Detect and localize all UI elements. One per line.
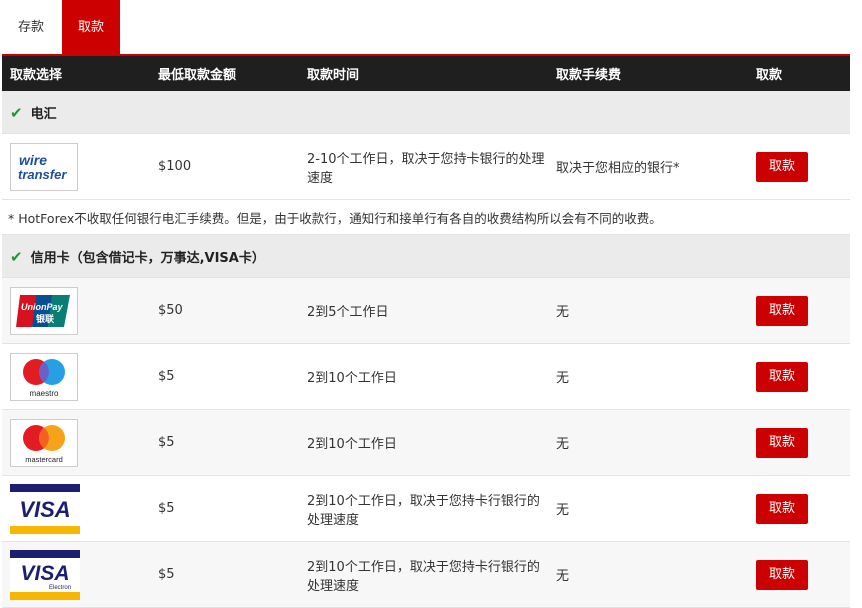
min-amount: $5: [150, 409, 299, 476]
withdraw-time: 2到10个工作日: [299, 409, 548, 476]
column-header-method: 取款选择: [2, 56, 150, 91]
unionpay-logo-text-1: UnionPay: [21, 302, 64, 312]
maestro-logo-text: maestro: [30, 389, 59, 398]
group-row-cards: ✔ 信用卡（包含借记卡，万事达,VISA卡）: [2, 234, 850, 278]
withdraw-button[interactable]: 取款: [756, 559, 808, 590]
withdraw-time: 2到10个工作日，取决于您持卡行银行的处理速度: [299, 541, 548, 608]
visa-logo-text: VISA: [19, 497, 70, 522]
group-row-wire: ✔ 电汇: [2, 91, 850, 134]
mastercard-logo: mastercard: [10, 418, 78, 467]
withdraw-fee: 无: [548, 475, 748, 542]
note-row: * HotForex不收取任何银行电汇手续费。但是，由于收款行，通知行和接单行有…: [2, 199, 850, 235]
tab-deposit[interactable]: 存款: [2, 0, 60, 54]
table-row: mastercard $5 2到10个工作日 无 取款: [2, 409, 850, 476]
check-icon: ✔: [10, 103, 23, 122]
withdraw-button[interactable]: 取款: [756, 361, 808, 392]
column-header-min-amount: 最低取款金额: [150, 56, 299, 91]
withdraw-time: 2到10个工作日: [299, 343, 548, 410]
column-header-fee: 取款手续费: [548, 56, 748, 91]
group-title: 信用卡（包含借记卡，万事达,VISA卡）: [30, 250, 265, 266]
wire-logo-text-1: wire: [19, 152, 47, 168]
visa-logo: VISA: [10, 483, 80, 534]
wire-logo-text-2: transfer: [18, 167, 67, 182]
table-row: VISA $5 2到10个工作日，取决于您持卡行银行的处理速度 无 取款: [2, 475, 850, 542]
column-header-withdraw: 取款: [748, 56, 850, 91]
unionpay-logo: UnionPay 银联: [10, 286, 78, 335]
min-amount: $5: [150, 541, 299, 608]
visa-electron-logo: VISA Electron: [10, 549, 80, 600]
maestro-logo: maestro: [10, 352, 78, 401]
mastercard-logo-text: mastercard: [25, 455, 63, 464]
withdraw-fee: 取决于您相应的银行*: [548, 133, 748, 200]
group-title: 电汇: [30, 106, 57, 122]
withdraw-fee: 无: [548, 343, 748, 410]
table-row: UnionPay 银联 $50 2到5个工作日 无 取款: [2, 277, 850, 344]
wire-fee-note: * HotForex不收取任何银行电汇手续费。但是，由于收款行，通知行和接单行有…: [2, 199, 850, 235]
table-row: maestro $5 2到10个工作日 无 取款: [2, 343, 850, 410]
tab-withdraw[interactable]: 取款: [62, 0, 120, 54]
wire-transfer-logo: wire transfer: [10, 142, 78, 191]
table-header-row: 取款选择 最低取款金额 取款时间 取款手续费 取款: [2, 56, 850, 91]
min-amount: $100: [150, 133, 299, 200]
withdraw-button[interactable]: 取款: [756, 493, 808, 524]
min-amount: $5: [150, 475, 299, 542]
withdraw-button[interactable]: 取款: [756, 427, 808, 458]
table-row: VISA Electron $5 2到10个工作日，取决于您持卡行银行的处理速度…: [2, 541, 850, 608]
withdraw-time: 2-10个工作日，取决于您持卡银行的处理速度: [299, 133, 548, 200]
min-amount: $5: [150, 343, 299, 410]
table-row: wire transfer $100 2-10个工作日，取决于您持卡银行的处理速…: [2, 133, 850, 200]
withdrawal-methods-table: 取款选择 最低取款金额 取款时间 取款手续费 取款 ✔ 电汇 wire trans…: [2, 56, 850, 608]
withdraw-time: 2到5个工作日: [299, 277, 548, 344]
withdraw-fee: 无: [548, 409, 748, 476]
withdraw-time: 2到10个工作日，取决于您持卡行银行的处理速度: [299, 475, 548, 542]
visa-electron-logo-text-1: VISA: [20, 562, 69, 585]
unionpay-logo-text-2: 银联: [36, 313, 55, 325]
withdraw-button[interactable]: 取款: [756, 295, 808, 326]
tab-bar: 存款 取款: [0, 0, 862, 56]
min-amount: $50: [150, 277, 299, 344]
withdraw-button[interactable]: 取款: [756, 151, 808, 182]
withdraw-fee: 无: [548, 277, 748, 344]
visa-electron-logo-text-2: Electron: [49, 585, 71, 591]
withdraw-fee: 无: [548, 541, 748, 608]
column-header-time: 取款时间: [299, 56, 548, 91]
check-icon: ✔: [10, 247, 23, 266]
